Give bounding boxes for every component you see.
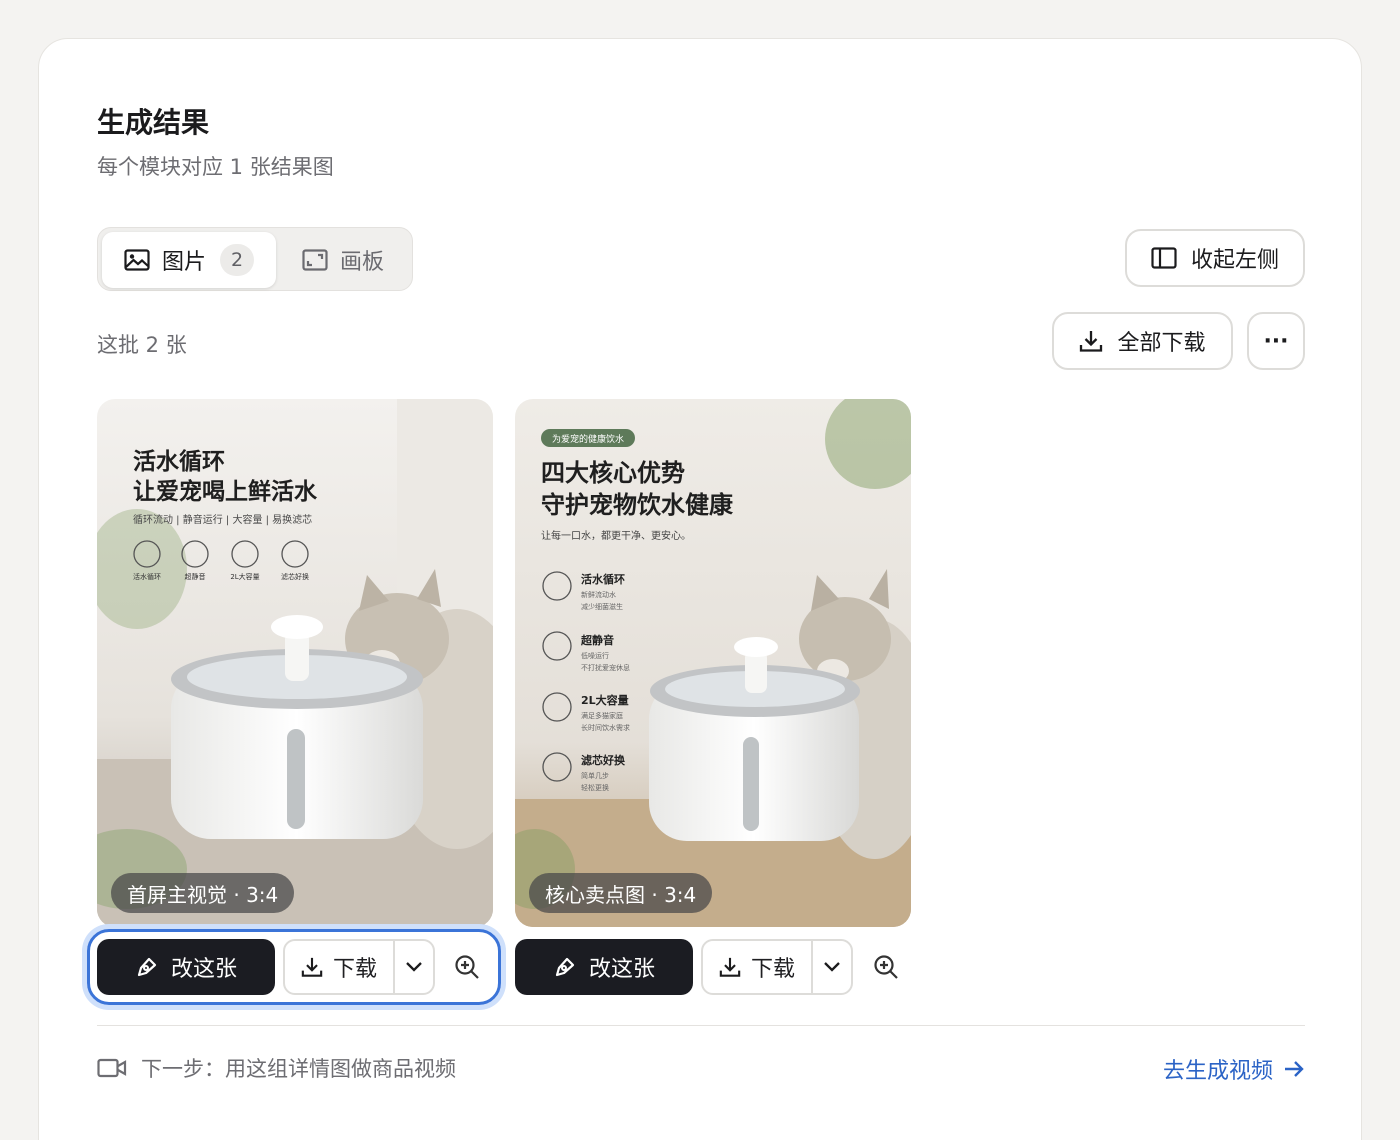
download-label-1: 下载 <box>332 957 377 982</box>
card2-caption: 核心卖点图 · 3:4 <box>529 873 713 913</box>
card2-feature-1-desc2: 减少细菌滋生 <box>581 602 623 611</box>
result-card-1[interactable]: 活水循环 让爱宠喝上鲜活水 循环流动 | 静音运行 | 大容量 | 易换滤芯 活… <box>97 399 493 927</box>
result-card-2[interactable]: 为爱宠的健康饮水 四大核心优势 守护宠物饮水健康 让每一口水，都更干净、更安心。… <box>515 399 911 927</box>
results-panel: 生成结果 每个模块对应 1 张结果图 图片 2 画板 收起左侧 这批 2 张 全… <box>38 38 1362 1140</box>
chevron-down-icon <box>406 962 422 972</box>
download-label-2: 下载 <box>750 957 795 982</box>
card1-feature-4: 滤芯好换 <box>281 572 309 581</box>
arrow-right-icon <box>1285 1061 1304 1077</box>
card1-headline1: 活水循环 <box>133 448 225 475</box>
edit-button-1[interactable]: 改这张 <box>97 939 275 995</box>
pen-icon <box>137 957 157 977</box>
sidebar-icon <box>1151 247 1177 269</box>
next-step-text: 下一步：用这组详情图做商品视频 <box>141 1057 456 1081</box>
download-icon <box>301 957 323 977</box>
card2-feature-4-desc2: 轻松更换 <box>581 783 609 792</box>
tab-images[interactable]: 图片 2 <box>102 232 276 288</box>
card2-feature-1-name: 活水循环 <box>581 572 625 586</box>
download-all-button[interactable]: 全部下载 <box>1052 312 1233 370</box>
result-image-2: 为爱宠的健康饮水 四大核心优势 守护宠物饮水健康 让每一口水，都更干净、更安心。… <box>515 399 911 927</box>
view-switcher: 图片 2 画板 <box>97 227 413 291</box>
card2-tagline: 让每一口水，都更干净、更安心。 <box>541 529 691 542</box>
page-subtitle: 每个模块对应 1 张结果图 <box>97 155 334 179</box>
generate-video-link[interactable]: 去生成视频 <box>1163 1053 1305 1085</box>
card1-feature-2: 超静音 <box>185 572 206 581</box>
card1-headline2: 让爱宠喝上鲜活水 <box>133 478 318 505</box>
download-button-1[interactable]: 下载 <box>285 941 395 993</box>
edit-label-2: 改这张 <box>588 957 655 982</box>
image-icon <box>124 249 150 271</box>
card1-feature-3: 2L大容量 <box>230 572 259 581</box>
video-camera-icon <box>97 1058 127 1078</box>
result-image-1: 活水循环 让爱宠喝上鲜活水 循环流动 | 静音运行 | 大容量 | 易换滤芯 活… <box>97 399 493 927</box>
tab-artboard[interactable]: 画板 <box>302 232 384 288</box>
card2-feature-4-name: 滤芯好换 <box>581 753 626 767</box>
divider <box>97 1025 1305 1026</box>
download-dropdown-2[interactable] <box>813 941 851 993</box>
pen-icon <box>555 957 575 977</box>
card1-tagline: 循环流动 | 静音运行 | 大容量 | 易换滤芯 <box>133 513 312 526</box>
card1-caption: 首屏主视觉 · 3:4 <box>111 873 295 913</box>
tab-artboard-label: 画板 <box>340 250 385 275</box>
download-split-2: 下载 <box>701 939 853 995</box>
card2-headline2: 守护宠物饮水健康 <box>541 491 734 519</box>
card2-feature-3-desc2: 长时间饮水需求 <box>581 723 630 732</box>
card2-headline1: 四大核心优势 <box>541 459 685 487</box>
card2-feature-2-desc1: 低噪运行 <box>581 651 609 660</box>
chevron-down-icon <box>824 962 840 972</box>
edit-button-2[interactable]: 改这张 <box>515 939 693 995</box>
tab-images-label: 图片 <box>162 250 207 275</box>
more-options-button[interactable]: ··· <box>1247 312 1305 370</box>
page-title: 生成结果 <box>97 106 210 139</box>
collapse-sidebar-label: 收起左侧 <box>1190 248 1279 273</box>
card2-feature-2-name: 超静音 <box>580 633 614 647</box>
card2-pill: 为爱宠的健康饮水 <box>552 433 624 445</box>
next-step-hint: 下一步：用这组详情图做商品视频 <box>97 1053 456 1083</box>
card2-feature-2-desc2: 不打扰爱宠休息 <box>581 663 630 672</box>
batch-count: 这批 2 张 <box>97 333 187 357</box>
artboard-icon <box>302 249 328 271</box>
card1-feature-1: 活水循环 <box>133 572 161 581</box>
card2-feature-3-name: 2L大容量 <box>581 693 629 707</box>
download-split-1: 下载 <box>283 939 435 995</box>
zoom-in-icon[interactable] <box>872 953 900 981</box>
image-count-badge: 2 <box>220 244 255 276</box>
edit-label-1: 改这张 <box>170 957 237 982</box>
download-dropdown-1[interactable] <box>395 941 433 993</box>
card2-feature-3-desc1: 满足多猫家庭 <box>581 711 623 720</box>
generate-video-label: 去生成视频 <box>1162 1059 1273 1084</box>
collapse-sidebar-button[interactable]: 收起左侧 <box>1125 229 1305 287</box>
download-icon <box>1080 331 1103 352</box>
zoom-in-icon[interactable] <box>453 953 481 981</box>
download-all-label: 全部下载 <box>1117 331 1206 356</box>
more-icon: ··· <box>1263 328 1289 354</box>
card2-feature-1-desc1: 新鲜流动水 <box>581 590 616 599</box>
card2-feature-4-desc1: 简单几步 <box>581 771 609 780</box>
download-icon <box>719 957 741 977</box>
download-button-2[interactable]: 下载 <box>703 941 813 993</box>
